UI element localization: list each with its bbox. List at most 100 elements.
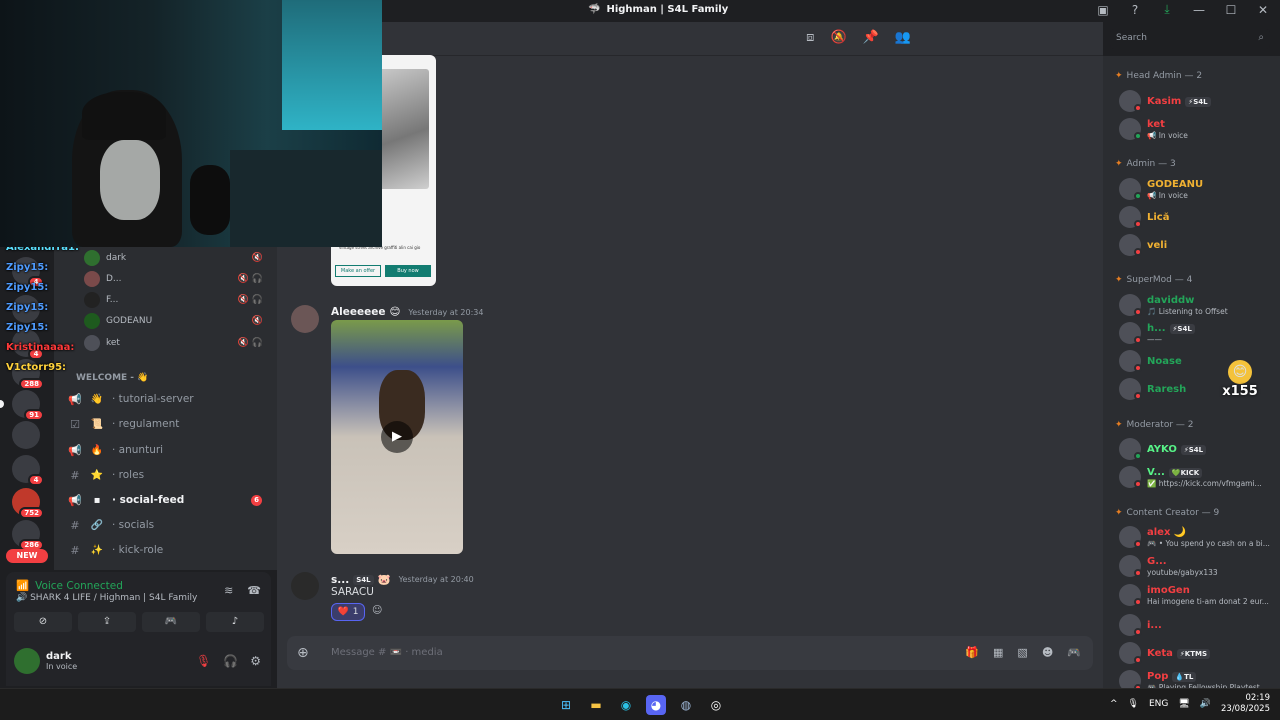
gift-icon[interactable]: 🎁 (965, 646, 979, 659)
soundboard-button[interactable]: ♪ (206, 612, 264, 632)
sticker-icon[interactable]: ▧ (1017, 646, 1027, 659)
server-icon[interactable] (12, 421, 40, 449)
edge-icon[interactable]: ◉ (616, 695, 636, 715)
voice-channel-name[interactable]: 🔊 SHARK 4 LIFE / Highman | S4L Family (16, 593, 197, 603)
pin-icon[interactable]: 📌 (863, 30, 879, 45)
screenshare-button[interactable]: ⇪ (78, 612, 136, 632)
download-icon[interactable]: ⤓ (1158, 2, 1176, 17)
message-author[interactable]: s... (331, 574, 349, 586)
camera-button[interactable]: ⊘ (14, 612, 72, 632)
activities-icon[interactable]: 🎮 (1067, 646, 1081, 659)
clock[interactable]: 02:19 23/08/2025 (1221, 693, 1270, 715)
member-name: Pop 💧TL (1147, 671, 1197, 682)
avatar[interactable] (291, 572, 319, 600)
server-tag: ⚡S4L (1185, 96, 1211, 107)
help-icon[interactable]: ? (1126, 3, 1144, 17)
hash-icon: # (70, 518, 80, 532)
maximize-button[interactable]: ☐ (1222, 3, 1240, 17)
gif-icon[interactable]: ▦ (993, 646, 1003, 659)
upload-plus-icon[interactable]: ⊕ (297, 645, 309, 661)
announcement-icon: 📢 (68, 443, 82, 457)
voice-user[interactable]: ket 🔇🎧 (84, 333, 274, 353)
member-name: Kasim ⚡S4L (1147, 96, 1211, 107)
settings-gear-icon[interactable]: ⚙ (250, 654, 261, 668)
language[interactable]: ENG (1149, 699, 1168, 709)
server-tag: ⚡S4L (1180, 444, 1207, 455)
channel-tutorial-server[interactable]: 📢 👋 · tutorial-server (66, 388, 266, 410)
member-activity: youtube/gabyx133 (1147, 568, 1218, 577)
server-icon[interactable]: 286 (12, 520, 44, 551)
channel-anunturi[interactable]: 📢 🔥 · anunturi (66, 439, 266, 461)
member-item[interactable]: Keta ⚡KTMS (1117, 640, 1277, 666)
video-attachment[interactable]: ▶ (331, 320, 463, 554)
avatar[interactable] (291, 305, 319, 333)
reaction-chip[interactable]: ❤️ 1 (331, 603, 365, 621)
disconnect-icon[interactable]: ☎ (247, 584, 261, 597)
voice-user[interactable]: GODEANU 🔇 (84, 311, 274, 331)
volume-icon[interactable]: 🔊 (1200, 699, 1211, 709)
member-item[interactable]: ket 📢 In voice (1117, 116, 1277, 142)
inbox-icon[interactable]: ▣ (1094, 3, 1112, 17)
noise-suppression-icon[interactable]: ≋ (224, 584, 233, 597)
category-welcome[interactable]: WELCOME - 👋 (76, 373, 148, 383)
obs-icon[interactable]: ◎ (706, 695, 726, 715)
make-offer-button[interactable]: Make an offer (335, 265, 381, 277)
channel-kick-role[interactable]: # ✨ · kick-role (66, 539, 266, 561)
start-icon[interactable]: ⊞ (556, 695, 576, 715)
message-input[interactable]: Message # 📼 · media (331, 647, 443, 658)
steam-icon[interactable]: ◍ (676, 695, 696, 715)
emoji-picker-icon[interactable]: ☻ (1042, 646, 1053, 659)
chat-overlay-name: Kristinaaaa: (6, 342, 75, 353)
member-activity: —— (1147, 335, 1162, 344)
message-composer[interactable]: ⊕ Message # 📼 · media 🎁 ▦ ▧ ☻ 🎮 (287, 636, 1093, 670)
member-item[interactable]: i... (1117, 612, 1277, 638)
status-dot (1134, 598, 1142, 606)
minimize-button[interactable]: — (1190, 3, 1208, 17)
mic-icon[interactable]: 🎙 (1128, 699, 1139, 709)
member-item[interactable]: Kasim ⚡S4L (1117, 88, 1277, 114)
voice-user[interactable]: dark 🔇 (84, 248, 274, 268)
message-author[interactable]: Aleeeeee (331, 306, 385, 318)
network-icon[interactable]: 🖥 (1178, 699, 1189, 709)
member-list-icon[interactable]: 👥 (895, 30, 911, 45)
member-item[interactable]: Lică (1117, 204, 1277, 230)
voice-user[interactable]: D... 🔇🎧 (84, 269, 274, 289)
member-item[interactable]: G... youtube/gabyx133 (1117, 553, 1277, 579)
member-item[interactable]: AYKO ⚡S4L (1117, 436, 1277, 462)
buy-now-button[interactable]: Buy now (385, 265, 431, 277)
avatar[interactable] (14, 648, 40, 674)
play-icon[interactable]: ▶ (381, 421, 413, 453)
close-button[interactable]: ✕ (1254, 3, 1272, 17)
activity-button[interactable]: 🎮 (142, 612, 200, 632)
member-item[interactable]: V... 💚KICK ✅ https://kick.com/vfmgami... (1117, 464, 1277, 490)
member-name: veli (1147, 240, 1168, 251)
channel-roles[interactable]: # ⭐ · roles (66, 464, 266, 486)
member-item[interactable]: alex 🌙 🎮 • You spend yo cash on a bi... (1117, 524, 1277, 550)
channel-social-feed[interactable]: 📢 ▪ · social-feed 6 (66, 489, 266, 511)
channel-regulament[interactable]: ☑ 📜 · regulament (66, 413, 266, 435)
chevron-up-icon[interactable]: ^ (1110, 699, 1118, 709)
mute-channel-icon[interactable]: 🔕 (830, 30, 846, 45)
threads-icon[interactable]: ⧈ (806, 30, 814, 45)
hash-icon: # (70, 468, 80, 482)
server-icon[interactable]: 91 (12, 390, 44, 421)
voice-connected-status[interactable]: 📶 Voice Connected (16, 579, 123, 593)
member-item[interactable]: imoGen Hai imogene ti-am donat 2 eur... (1117, 582, 1277, 608)
headphones-icon[interactable]: 🎧 (223, 654, 238, 668)
status-dot (1134, 364, 1142, 372)
add-reaction-icon[interactable]: ☺ (372, 605, 388, 619)
file-explorer-icon[interactable]: ▬ (586, 695, 606, 715)
hash-icon: # (70, 543, 80, 557)
member-item[interactable]: daviddw 🎵 Listening to Offset (1117, 292, 1277, 318)
member-item[interactable]: veli (1117, 232, 1277, 258)
mic-muted-icon[interactable]: 🎙 (196, 654, 211, 668)
member-item[interactable]: h... ⚡S4L —— (1117, 320, 1277, 346)
member-item[interactable]: GODEANU 📢 In voice (1117, 176, 1277, 202)
discord-icon[interactable]: ◕ (646, 695, 666, 715)
server-icon[interactable]: 4 (12, 455, 44, 486)
voice-user[interactable]: F... 🔇🎧 (84, 290, 274, 310)
search-input[interactable]: Search ⌕ (1110, 29, 1270, 49)
channel-socials[interactable]: # 🔗 · socials (66, 514, 266, 536)
server-icon[interactable]: 752 (12, 488, 44, 519)
username[interactable]: dark (46, 651, 72, 662)
